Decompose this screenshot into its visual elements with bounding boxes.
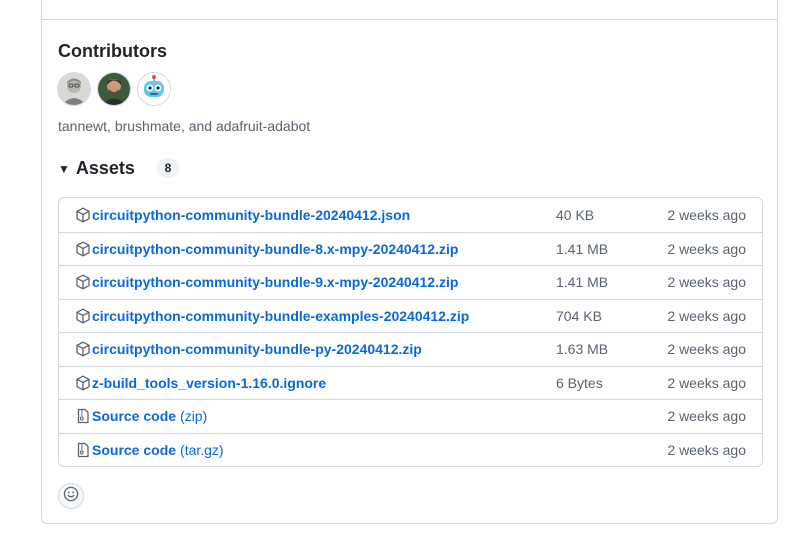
avatar-tannewt[interactable] — [58, 73, 90, 105]
asset-row: z-build_tools_version-1.16.0.ignore 6 By… — [59, 365, 762, 400]
asset-row: circuitpython-community-bundle-9.x-mpy-2… — [59, 265, 762, 299]
asset-name: circuitpython-community-bundle-8.x-mpy-2… — [92, 240, 459, 257]
caret-down-icon: ▼ — [58, 162, 70, 176]
contributors-names: tannewt, brushmate, and adafruit-adabot — [58, 118, 311, 134]
asset-suffix: (tar.gz) — [180, 441, 224, 458]
asset-size: 1.63 MB — [556, 341, 609, 358]
asset-date: 2 weeks ago — [667, 206, 746, 223]
asset-name: z-build_tools_version-1.16.0.ignore — [92, 374, 327, 391]
asset-name: circuitpython-community-bundle-examples-… — [92, 307, 470, 324]
assets-count-badge: 8 — [156, 158, 179, 178]
asset-name: Source code — [92, 441, 177, 458]
section-divider — [41, 19, 778, 20]
smiley-icon — [63, 486, 79, 507]
asset-date: 2 weeks ago — [667, 307, 746, 324]
assets-title: Assets — [75, 157, 135, 178]
asset-date: 2 weeks ago — [667, 374, 746, 391]
avatar-brushmate[interactable] — [98, 73, 130, 105]
asset-link[interactable]: z-build_tools_version-1.16.0.ignore — [75, 367, 326, 400]
asset-link[interactable]: circuitpython-community-bundle-examples-… — [75, 300, 469, 333]
assets-toggle[interactable]: ▼ Assets 8 — [58, 154, 179, 182]
asset-row: circuitpython-community-bundle-8.x-mpy-2… — [59, 231, 762, 266]
avatar-adabot[interactable] — [138, 73, 170, 105]
package-icon — [75, 241, 91, 257]
source-code-targz-link[interactable]: Source code (tar.gz) — [75, 434, 224, 467]
asset-row: Source code (zip) 2 weeks ago — [59, 399, 762, 433]
asset-row: Source code (tar.gz) 2 weeks ago — [59, 432, 762, 467]
asset-name: circuitpython-community-bundle-py-202404… — [92, 341, 422, 358]
asset-name: circuitpython-community-bundle-20240412.… — [92, 206, 411, 223]
asset-row: circuitpython-community-bundle-examples-… — [59, 298, 762, 333]
asset-size: 40 KB — [556, 206, 595, 223]
asset-date: 2 weeks ago — [667, 341, 746, 358]
asset-name: circuitpython-community-bundle-9.x-mpy-2… — [92, 274, 459, 291]
asset-row: circuitpython-community-bundle-20240412.… — [59, 198, 762, 232]
asset-size: 704 KB — [556, 307, 602, 324]
contributors-title: Contributors — [58, 41, 167, 61]
asset-suffix: (zip) — [180, 408, 208, 425]
package-icon — [75, 308, 91, 324]
asset-link[interactable]: circuitpython-community-bundle-20240412.… — [75, 198, 410, 232]
contributors-avatars — [58, 73, 170, 105]
asset-date: 2 weeks ago — [667, 441, 746, 458]
asset-size: 1.41 MB — [556, 274, 609, 291]
asset-link[interactable]: circuitpython-community-bundle-9.x-mpy-2… — [75, 266, 458, 299]
package-icon — [75, 375, 91, 391]
file-zip-icon — [75, 442, 91, 458]
asset-link[interactable]: circuitpython-community-bundle-py-202404… — [75, 333, 422, 366]
package-icon — [75, 274, 91, 290]
add-reaction-button[interactable] — [58, 483, 84, 509]
asset-name: Source code — [92, 408, 177, 425]
asset-row: circuitpython-community-bundle-py-202404… — [59, 332, 762, 366]
package-icon — [75, 207, 91, 223]
package-icon — [75, 341, 91, 357]
asset-date: 2 weeks ago — [667, 240, 746, 257]
source-code-zip-link[interactable]: Source code (zip) — [75, 400, 207, 433]
asset-date: 2 weeks ago — [667, 274, 746, 291]
asset-link[interactable]: circuitpython-community-bundle-8.x-mpy-2… — [75, 233, 458, 266]
file-zip-icon — [75, 408, 91, 424]
asset-size: 6 Bytes — [556, 374, 603, 391]
assets-list: circuitpython-community-bundle-20240412.… — [58, 197, 763, 467]
asset-date: 2 weeks ago — [667, 408, 746, 425]
asset-size: 1.41 MB — [556, 240, 609, 257]
